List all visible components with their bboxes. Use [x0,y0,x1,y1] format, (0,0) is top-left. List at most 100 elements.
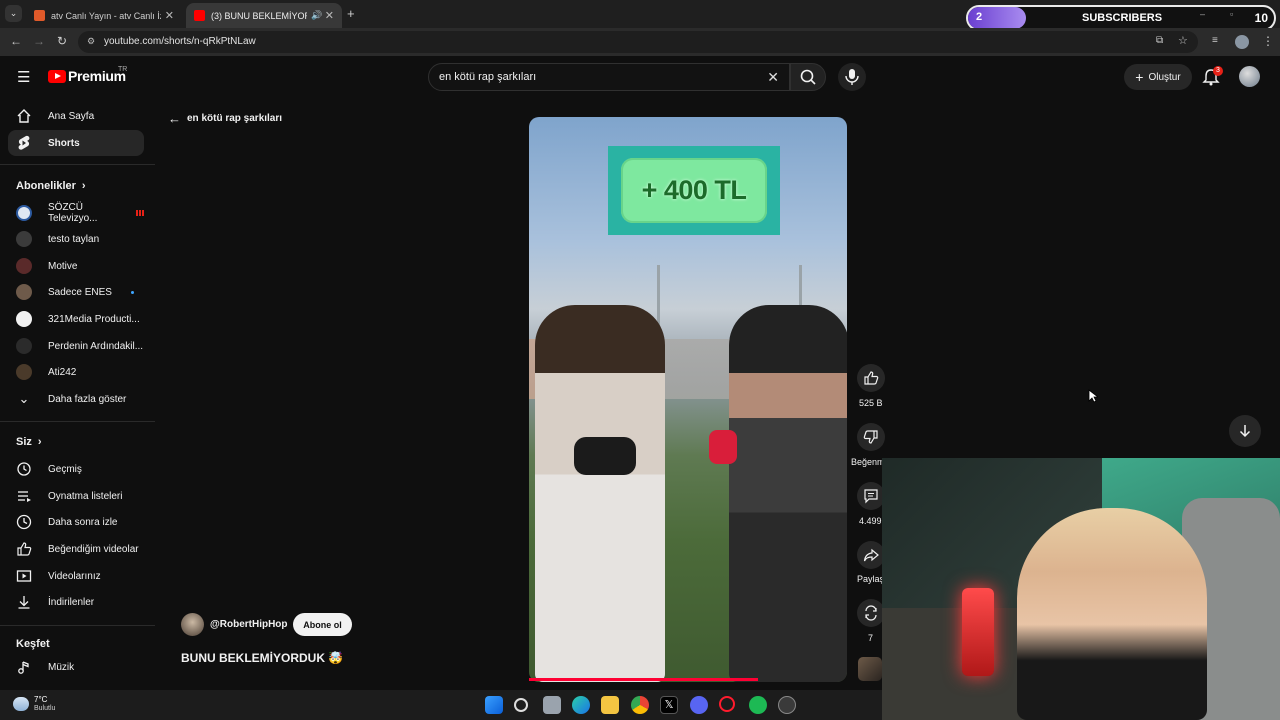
show-more-button[interactable]: ⌄ Daha fazla göster [8,386,144,412]
restore-icon[interactable]: ▫ [1230,9,1233,19]
search-box[interactable]: ✕ [428,63,790,91]
sidebar-subscription-sozcu[interactable]: SÖZCÜ Televizyo... [8,200,144,226]
discord-icon[interactable] [690,696,708,714]
weather-cloud-icon[interactable] [13,697,29,711]
video-banner-inner: + 400 TL [621,158,767,223]
sidebar-subscription-testo-taylan[interactable]: testo taylan [8,226,144,252]
browser-tab-youtube[interactable]: (3) BUNU BEKLEMİYORDUK 🔊 ✕ [186,3,342,28]
subscribe-button[interactable]: Abone ol [293,613,352,636]
sidebar-item-label: İndirilenler [48,596,95,608]
bookmark-star-icon[interactable]: ☆ [1178,34,1188,47]
sidebar-item-label: Oynatma listeleri [48,490,123,502]
sidebar-subscription-ati242[interactable]: Ati242 [8,359,144,385]
dislike-button[interactable] [857,423,885,451]
channel-avatar[interactable] [181,613,204,636]
sidebar-subscription-perdenin[interactable]: Perdenin Ardındakil... [8,333,144,359]
share-label: Paylaş [857,574,882,584]
sidebar-item-shorts[interactable]: Shorts [8,130,144,156]
video-progress-bar[interactable] [529,678,758,681]
you-heading[interactable]: Siz › [16,436,42,448]
file-explorer-icon[interactable] [601,696,619,714]
music-icon [16,659,32,675]
remix-button[interactable] [857,599,885,627]
chevron-right-icon: › [81,180,86,192]
sidebar-subscription-321media[interactable]: 321Media Producti... [8,306,144,332]
comments-button[interactable] [857,482,885,510]
channel-name[interactable]: @RobertHipHop [210,619,288,630]
sidebar-item-label: Shorts [48,137,80,149]
media-controls-icon[interactable]: ≡ [1212,35,1218,46]
share-icon [863,548,879,562]
minimize-icon[interactable]: – [1200,9,1205,19]
chrome-browser-icon[interactable] [631,696,649,714]
subscriptions-heading[interactable]: Abonelikler › [16,180,86,192]
search-button[interactable] [790,63,826,91]
channel-avatar [16,258,32,274]
next-short-button[interactable] [1229,415,1261,447]
channel-avatar [16,338,32,354]
short-title: BUNU BEKLEMİYORDUK 🤯 [181,651,344,665]
sidebar-item-music[interactable]: Müzik [8,654,144,680]
sidebar-item-downloads[interactable]: İndirilenler [8,589,144,615]
task-view-icon[interactable] [543,696,561,714]
sidebar-item-playlists[interactable]: Oynatma listeleri [8,483,144,509]
sidebar-item-label: SÖZCÜ Televizyo... [48,202,98,224]
create-button[interactable]: + Oluştur [1124,64,1192,90]
search-query-label: en kötü rap şarkıları [187,113,283,124]
channel-avatar [16,231,32,247]
sidebar-subscription-motive[interactable]: Motive [8,253,144,279]
share-button[interactable] [857,541,885,569]
arrow-down-icon [1239,425,1251,438]
like-button[interactable] [857,364,885,392]
sidebar-item-liked-videos[interactable]: Beğendiğim videolar [8,536,144,562]
speaker-icon[interactable]: 🔊 [311,10,322,21]
audio-thumbnail[interactable] [858,657,882,681]
sidebar-item-watch-later[interactable]: Daha sonra izle [8,509,144,535]
back-arrow-icon[interactable]: ← [10,34,22,48]
opera-gx-icon[interactable] [719,696,735,712]
sidebar-subscription-sadece-enes[interactable]: Sadece ENES [8,279,144,305]
clear-search-icon[interactable]: ✕ [767,69,779,86]
you-heading-label: Siz [16,436,32,448]
sidebar-item-home[interactable]: Ana Sayfa [8,103,144,129]
search-icon[interactable] [514,698,528,712]
browser-tab-atv[interactable]: atv Canlı Yayın - atv Canlı İzle - ✕ [26,3,182,28]
video-person-right [729,305,847,682]
hamburger-menu-icon[interactable]: ☰ [17,68,30,86]
close-tab-icon[interactable]: ✕ [165,9,174,22]
voice-search-button[interactable] [838,63,866,91]
address-bar[interactable]: ⚙ youtube.com/shorts/n-qRkPtNLaw ⧉ ☆ [78,31,1198,53]
edge-browser-icon[interactable] [572,696,590,714]
chevron-down-icon: ⌄ [18,391,30,406]
steam-icon[interactable] [778,696,796,714]
comment-count: 4.499 [859,516,882,526]
youtube-favicon-icon [194,10,205,21]
explore-heading-label: Keşfet [16,638,50,650]
search-input[interactable] [439,71,739,83]
browser-tab-bar: ⌄ atv Canlı Yayın - atv Canlı İzle - ✕ (… [0,0,1280,31]
site-info-icon[interactable]: ⚙ [87,36,95,47]
forward-arrow-icon[interactable]: → [33,34,45,48]
spotify-icon[interactable] [749,696,767,714]
x-app-icon[interactable]: 𝕏 [660,696,678,714]
browser-menu-icon[interactable]: ⋮ [1262,34,1274,48]
sidebar-item-label: Daha sonra izle [48,516,118,528]
divider [0,164,155,165]
account-avatar[interactable] [1239,66,1260,87]
back-arrow-icon: ← [168,111,181,126]
dislike-label: Beğenme [851,457,882,467]
video-waist-bag [574,437,636,475]
weather-condition: Bulutlu [34,705,56,712]
new-tab-icon[interactable]: + [347,6,355,21]
close-tab-icon[interactable]: ✕ [325,9,334,22]
short-video-player[interactable]: + 400 TL [529,117,847,682]
back-to-search-button[interactable]: ← en kötü rap şarkıları [168,111,282,126]
sidebar-item-your-videos[interactable]: Videolarınız [8,563,144,589]
profile-icon[interactable] [1235,35,1249,49]
sidebar-item-history[interactable]: Geçmiş [8,456,144,482]
install-app-icon[interactable]: ⧉ [1156,35,1163,46]
reload-icon[interactable]: ↻ [57,34,67,48]
windows-start-icon[interactable] [485,696,503,714]
tab-search-button[interactable]: ⌄ [5,5,22,22]
remix-count: 7 [868,633,874,643]
